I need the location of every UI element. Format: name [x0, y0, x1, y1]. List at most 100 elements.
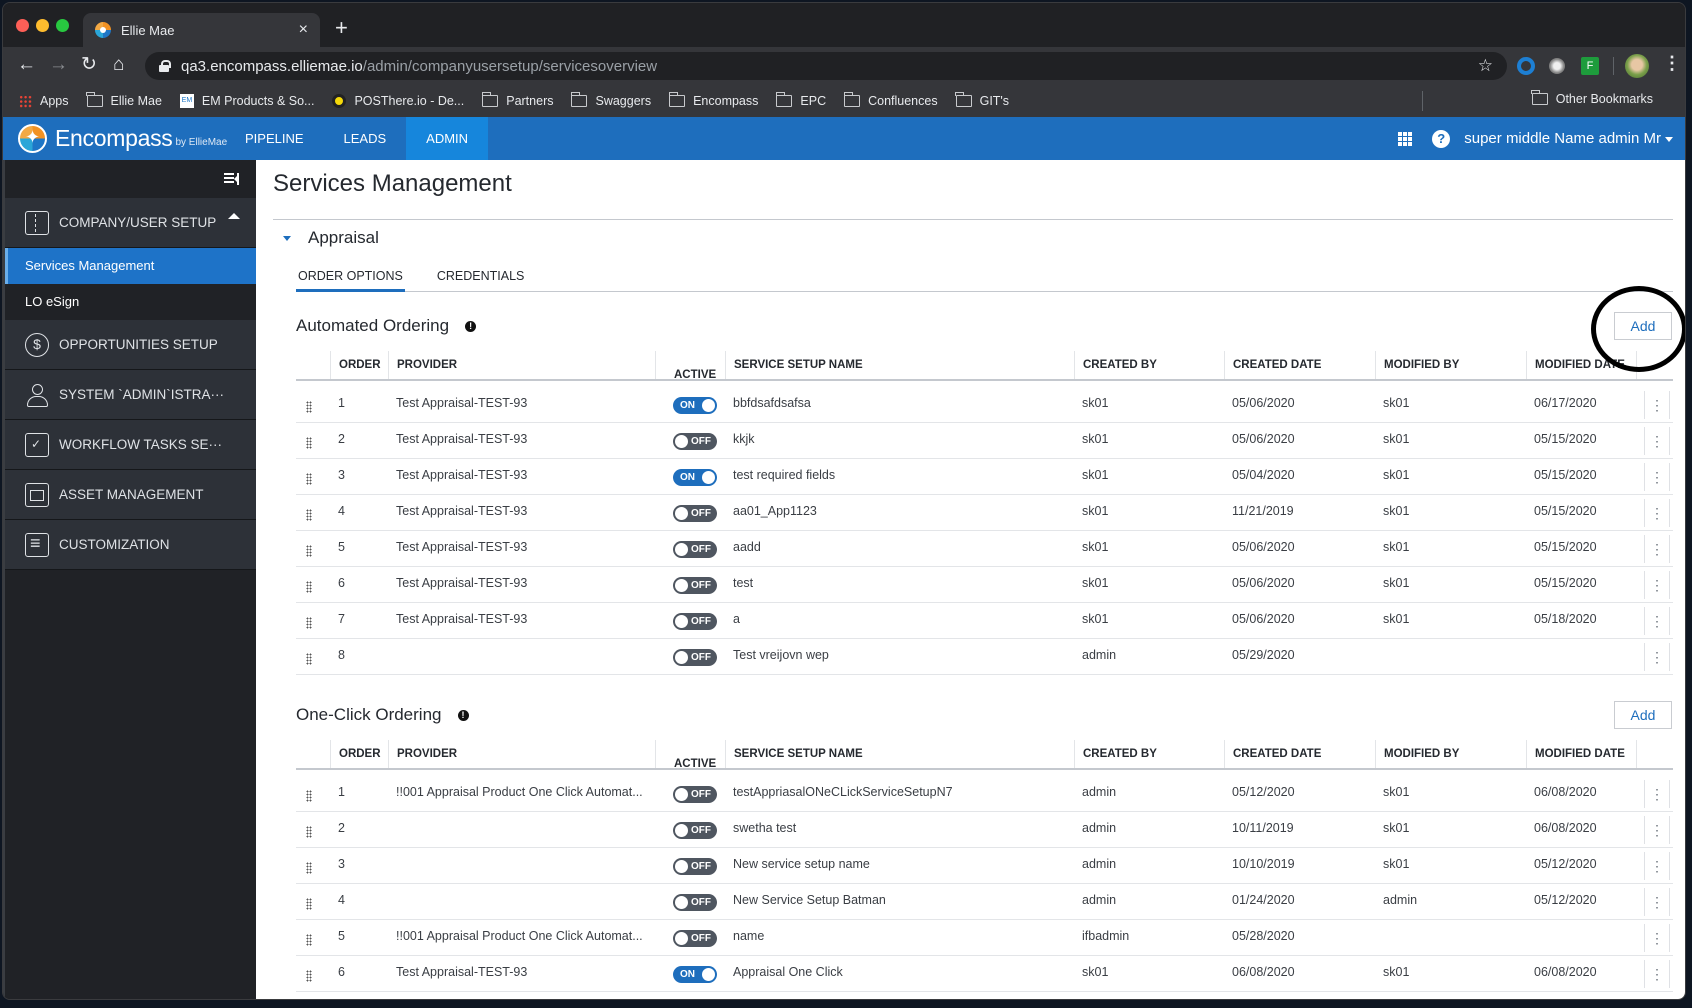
bookmark-gits[interactable]: GIT's	[955, 92, 1009, 108]
header-service-setup-name-column[interactable]: SERVICE SETUP NAME	[725, 740, 1074, 768]
add-automated-button[interactable]: Add	[1614, 312, 1672, 340]
info-icon[interactable]: !	[465, 320, 477, 332]
active-toggle[interactable]: OFF	[673, 433, 717, 450]
active-toggle[interactable]: OFF	[673, 786, 717, 803]
home-icon[interactable]: ⌂	[113, 55, 124, 75]
sidebar-item-lo-esign[interactable]: LO eSign	[5, 284, 256, 320]
bookmark-epc[interactable]: EPC	[775, 92, 826, 108]
row-actions-menu-icon[interactable]: ⋮	[1644, 463, 1670, 491]
bookmark-other[interactable]: Other Bookmarks	[1531, 90, 1653, 106]
collapse-sidebar-icon[interactable]	[224, 173, 239, 185]
header-active-column[interactable]: ACTIVE	[655, 351, 725, 381]
header-created-date-column[interactable]: CREATED DATE	[1224, 740, 1375, 768]
appraisal-accordion[interactable]: Appraisal	[283, 228, 379, 248]
reload-icon[interactable]: ↻	[81, 55, 97, 75]
row-actions-menu-icon[interactable]: ⋮	[1644, 643, 1670, 671]
drag-handle-icon[interactable]	[306, 509, 312, 521]
extension-feedly-icon[interactable]: F	[1581, 57, 1599, 75]
header-modified-date-column[interactable]: MODIFIED DATE	[1526, 351, 1636, 379]
active-toggle[interactable]: OFF	[673, 613, 717, 630]
row-actions-menu-icon[interactable]: ⋮	[1644, 852, 1670, 880]
active-toggle[interactable]: OFF	[673, 858, 717, 875]
drag-handle-icon[interactable]	[306, 545, 312, 557]
user-menu[interactable]: super middle Name admin Mr	[1464, 130, 1673, 147]
drag-handle-icon[interactable]	[306, 437, 312, 449]
bookmark-apps[interactable]: Apps	[19, 94, 69, 108]
bookmark-confluences[interactable]: Confluences	[843, 92, 938, 108]
row-actions-menu-icon[interactable]: ⋮	[1644, 391, 1670, 419]
row-actions-menu-icon[interactable]: ⋮	[1644, 816, 1670, 844]
minimize-window-button[interactable]	[36, 19, 49, 32]
active-toggle[interactable]: ON	[673, 966, 717, 983]
forward-icon[interactable]: →	[49, 55, 68, 75]
bookmark-ellie-mae[interactable]: Ellie Mae	[86, 92, 162, 108]
maximize-window-button[interactable]	[56, 19, 69, 32]
sidebar-item-company-user-setup[interactable]: COMPANY/USER SETUP	[5, 198, 256, 248]
row-actions-menu-icon[interactable]: ⋮	[1644, 499, 1670, 527]
header-active-column[interactable]: ACTIVE	[655, 740, 725, 770]
row-actions-menu-icon[interactable]: ⋮	[1644, 571, 1670, 599]
drag-handle-icon[interactable]	[306, 826, 312, 838]
header-created-by-column[interactable]: CREATED BY	[1074, 740, 1224, 768]
drag-handle-icon[interactable]	[306, 862, 312, 874]
active-toggle[interactable]: OFF	[673, 577, 717, 594]
tab-close-icon[interactable]: ×	[299, 21, 308, 39]
row-actions-menu-icon[interactable]: ⋮	[1644, 888, 1670, 916]
browser-tab[interactable]: Ellie Mae ×	[83, 13, 320, 47]
sidebar-item-customization[interactable]: CUSTOMIZATION	[5, 520, 256, 570]
bookmark-encompass[interactable]: Encompass	[668, 92, 758, 108]
header-modified-date-column[interactable]: MODIFIED DATE	[1526, 740, 1636, 768]
sidebar-item-services-management[interactable]: Services Management	[5, 248, 256, 284]
drag-handle-icon[interactable]	[306, 617, 312, 629]
active-toggle[interactable]: OFF	[673, 541, 717, 558]
new-tab-button[interactable]: +	[335, 15, 348, 41]
header-provider-column[interactable]: PROVIDER	[388, 740, 655, 768]
drag-handle-icon[interactable]	[306, 401, 312, 413]
nav-leads[interactable]: LEADS	[324, 117, 407, 160]
nav-admin[interactable]: ADMIN	[406, 117, 489, 160]
active-toggle[interactable]: OFF	[673, 649, 717, 666]
extension-ring-icon[interactable]	[1517, 57, 1535, 75]
header-modified-by-column[interactable]: MODIFIED BY	[1375, 351, 1526, 379]
bookmark-posthere[interactable]: POSThere.io - De...	[332, 94, 464, 108]
active-toggle[interactable]: OFF	[673, 894, 717, 911]
header-service-setup-name-column[interactable]: SERVICE SETUP NAME	[725, 351, 1074, 379]
header-order-column[interactable]: ORDER	[330, 740, 388, 768]
sidebar-item-system-administration[interactable]: SYSTEM `ADMIN`ISTRA···	[5, 370, 256, 420]
sidebar-item-workflow-tasks[interactable]: WORKFLOW TASKS SE···	[5, 420, 256, 470]
drag-handle-icon[interactable]	[306, 581, 312, 593]
active-toggle[interactable]: OFF	[673, 505, 717, 522]
row-actions-menu-icon[interactable]: ⋮	[1644, 427, 1670, 455]
bookmark-partners[interactable]: Partners	[481, 92, 553, 108]
drag-handle-icon[interactable]	[306, 653, 312, 665]
tab-order-options[interactable]: ORDER OPTIONS	[296, 267, 405, 292]
bookmark-star-icon[interactable]: ☆	[1478, 56, 1493, 76]
row-actions-menu-icon[interactable]: ⋮	[1644, 535, 1670, 563]
bookmark-swaggers[interactable]: Swaggers	[570, 92, 651, 108]
extension-record-icon[interactable]	[1549, 58, 1565, 74]
row-actions-menu-icon[interactable]: ⋮	[1644, 607, 1670, 635]
active-toggle[interactable]: ON	[673, 469, 717, 486]
header-created-date-column[interactable]: CREATED DATE	[1224, 351, 1375, 379]
browser-menu-icon[interactable]: ⋮	[1663, 53, 1681, 74]
row-actions-menu-icon[interactable]: ⋮	[1644, 924, 1670, 952]
add-one-click-button[interactable]: Add	[1614, 701, 1672, 729]
header-provider-column[interactable]: PROVIDER	[388, 351, 655, 379]
app-grid-icon[interactable]	[1398, 131, 1413, 146]
active-toggle[interactable]: OFF	[673, 822, 717, 839]
close-window-button[interactable]	[16, 19, 29, 32]
tab-credentials[interactable]: CREDENTIALS	[435, 267, 527, 292]
bookmark-em-products[interactable]: EM EM Products & So...	[179, 94, 314, 108]
address-bar[interactable]: qa3.encompass.elliemae.io/admin/companyu…	[145, 52, 1507, 80]
encompass-logo[interactable]: Encompass by EllieMae	[18, 124, 227, 153]
back-icon[interactable]: ←	[17, 55, 36, 75]
info-icon[interactable]: !	[457, 709, 469, 721]
help-icon[interactable]: ?	[1432, 129, 1451, 148]
drag-handle-icon[interactable]	[306, 898, 312, 910]
header-order-column[interactable]: ORDER	[330, 351, 388, 379]
sidebar-item-asset-management[interactable]: ASSET MANAGEMENT	[5, 470, 256, 520]
row-actions-menu-icon[interactable]: ⋮	[1644, 960, 1670, 988]
sidebar-item-opportunities-setup[interactable]: $ OPPORTUNITIES SETUP	[5, 320, 256, 370]
header-created-by-column[interactable]: CREATED BY	[1074, 351, 1224, 379]
drag-handle-icon[interactable]	[306, 934, 312, 946]
